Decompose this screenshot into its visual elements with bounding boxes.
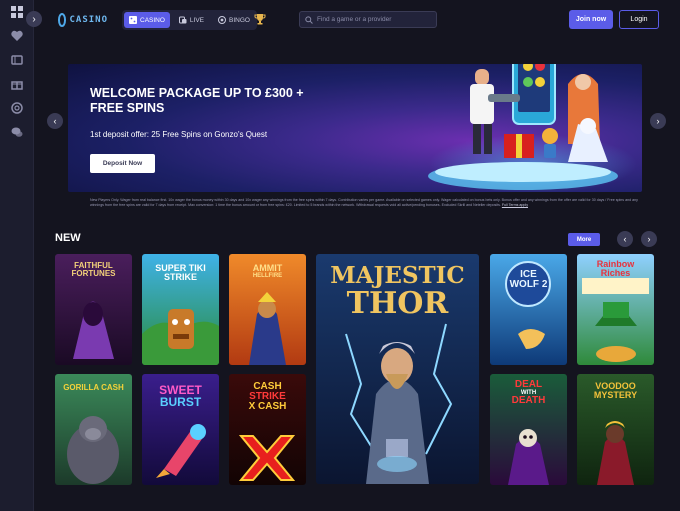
game-tile-majestic-thor[interactable]: MAJESTIC THOR [316, 254, 479, 484]
game-title: CASH STRIKE X CASH [229, 382, 306, 412]
game-tile-sweet-burst[interactable]: SWEET BURST [142, 374, 219, 485]
game-tile-ammit-hellfire[interactable]: AMMIT HELLFIRE [229, 254, 306, 365]
game-tile-ice-wolf-2[interactable]: ICE WOLF 2 [490, 254, 567, 365]
tab-live[interactable]: Live [174, 12, 209, 28]
trophy-icon[interactable] [254, 13, 266, 25]
full-terms-link[interactable]: Full Terms apply [502, 203, 528, 207]
join-now-button[interactable]: Join now [569, 10, 613, 29]
search-box[interactable] [299, 11, 437, 28]
banner-prev-button[interactable]: ‹ [47, 113, 63, 129]
banner-title-line2: Free spins [90, 101, 165, 115]
game-title: Rainbow Riches [577, 260, 654, 278]
game-tile-rainbow-riches[interactable]: Rainbow Riches [577, 254, 654, 365]
bonus-terms-text: New Players Only. Wager from real balanc… [90, 198, 638, 207]
game-title: VOODOO MYSTERY [577, 382, 654, 400]
promo-banner[interactable]: Welcome package up to £300 + Free spins … [68, 64, 642, 192]
game-title-line: HELLFIRE [252, 273, 283, 279]
gift-icon[interactable] [9, 76, 25, 92]
game-title: MAJESTIC THOR [316, 264, 479, 319]
tab-casino[interactable]: Casino [124, 12, 170, 28]
game-title-line: X CASH [248, 401, 287, 412]
casino-icon [129, 16, 137, 24]
chevron-right-icon: › [647, 234, 651, 244]
logo-mark-icon [58, 13, 67, 27]
game-title-line: THOR [346, 286, 449, 321]
game-title-line: Riches [600, 268, 631, 278]
login-button[interactable]: Login [619, 10, 659, 29]
game-tile-faithful-fortunes[interactable]: FAITHFUL FORTUNES [55, 254, 132, 365]
game-title-line: DEATH [511, 395, 546, 406]
chevron-left-icon: ‹ [623, 234, 627, 244]
game-title: ICE WOLF 2 [490, 270, 567, 290]
bonus-terms: New Players Only. Wager from real balanc… [90, 198, 650, 208]
header: CASINO Casino Live Bingo Join now Login [34, 0, 680, 40]
search-icon [305, 15, 313, 24]
banner-title-line1: Welcome package up to £300 + [90, 86, 304, 100]
game-title-line: MAJESTIC [330, 262, 465, 289]
tab-live-label: Live [189, 16, 205, 24]
sidebar [0, 0, 34, 511]
search-input[interactable] [316, 16, 431, 23]
more-button[interactable]: More [568, 233, 600, 246]
banner-subtitle: 1st deposit offer: 25 Free Spins on Gonz… [90, 130, 268, 139]
coupon-icon[interactable] [9, 52, 25, 68]
heart-icon[interactable] [9, 28, 25, 44]
game-title-line: FORTUNES [71, 269, 116, 278]
game-title-line: AMMIT [252, 263, 283, 273]
chevron-left-icon: ‹ [53, 116, 57, 126]
logo[interactable]: CASINO [58, 12, 108, 28]
chevron-right-icon[interactable]: › [26, 11, 42, 27]
game-tile-deal-with-death[interactable]: DEAL WITH DEATH [490, 374, 567, 485]
games-prev-button[interactable]: ‹ [617, 231, 633, 247]
tab-casino-label: Casino [140, 16, 165, 24]
game-title-line: GORILLA CASH [63, 383, 124, 392]
game-tile-gorilla-cash[interactable]: GORILLA CASH [55, 374, 132, 485]
game-tile-cash-strike[interactable]: CASH STRIKE X CASH [229, 374, 306, 485]
live-icon [178, 16, 187, 24]
games-next-button[interactable]: › [641, 231, 657, 247]
lifebuoy-icon[interactable] [9, 100, 25, 116]
game-title: FAITHFUL FORTUNES [55, 262, 132, 278]
banner-next-button[interactable]: › [650, 113, 666, 129]
game-title: AMMIT HELLFIRE [229, 263, 306, 280]
game-title: DEAL WITH DEATH [490, 380, 567, 406]
banner-title: Welcome package up to £300 + Free spins [90, 86, 390, 116]
game-title: GORILLA CASH [55, 384, 132, 392]
chat-icon[interactable] [9, 124, 25, 140]
section-title-new: NEW [55, 232, 81, 244]
game-title-line: DEAL [514, 379, 543, 390]
game-tile-super-tiki-strike[interactable]: SUPER TIKI STRIKE [142, 254, 219, 365]
game-title-line: WOLF 2 [509, 279, 548, 290]
game-title: SWEET BURST [142, 384, 219, 408]
product-tabs: Casino Live Bingo [122, 10, 257, 30]
bingo-icon [218, 16, 227, 24]
logo-text: CASINO [69, 15, 108, 25]
game-title: SUPER TIKI STRIKE [142, 264, 219, 282]
game-title-line: BURST [159, 395, 202, 409]
game-title-line: STRIKE [163, 272, 197, 282]
game-tile-voodoo-mystery[interactable]: VOODOO MYSTERY [577, 374, 654, 485]
dashboard-icon[interactable] [9, 4, 25, 20]
chevron-right-icon: › [656, 116, 660, 126]
game-title-line: MYSTERY [593, 390, 638, 400]
tab-bingo-label: Bingo [229, 16, 250, 24]
deposit-now-button[interactable]: Deposit Now [90, 154, 155, 173]
tab-bingo[interactable]: Bingo [213, 12, 255, 28]
banner-illustration [428, 64, 618, 190]
